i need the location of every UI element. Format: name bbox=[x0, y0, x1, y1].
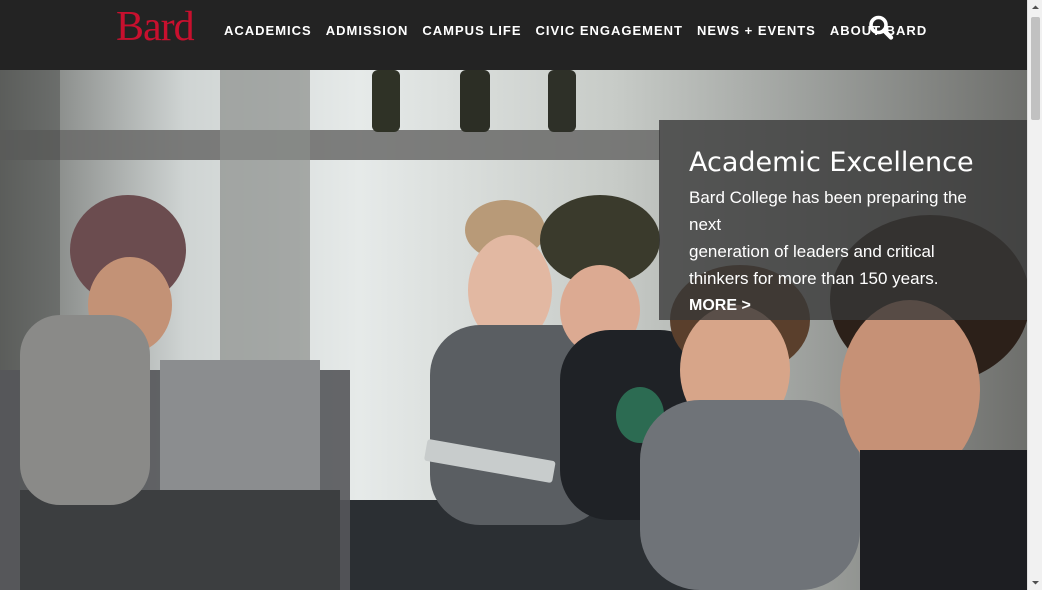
scroll-up-arrow-icon[interactable] bbox=[1028, 0, 1042, 15]
nav-admission[interactable]: ADMISSION bbox=[326, 22, 409, 40]
scroll-down-arrow-icon[interactable] bbox=[1028, 575, 1042, 590]
hero-image: Academic Excellence Bard College has bee… bbox=[0, 70, 1027, 590]
hero-description-line-2: generation of leaders and critical bbox=[689, 242, 935, 261]
scrollbar-thumb[interactable] bbox=[1031, 17, 1040, 120]
more-link[interactable]: MORE > bbox=[689, 292, 751, 319]
search-icon[interactable] bbox=[867, 14, 895, 42]
site-header: Bard ACADEMICS ADMISSION CAMPUS LIFE CIV… bbox=[0, 0, 1027, 70]
bard-logo[interactable]: Bard bbox=[116, 4, 195, 50]
nav-news-events[interactable]: NEWS + EVENTS bbox=[697, 22, 816, 40]
hero-description-line-3: thinkers for more than 150 years. bbox=[689, 269, 939, 288]
nav-civic-engagement[interactable]: CIVIC ENGAGEMENT bbox=[536, 22, 683, 40]
nav-campus-life[interactable]: CAMPUS LIFE bbox=[422, 22, 521, 40]
hero-description-line-1: Bard College has been preparing the next bbox=[689, 188, 967, 234]
nav-academics[interactable]: ACADEMICS bbox=[224, 22, 312, 40]
hero-caption: Academic Excellence Bard College has bee… bbox=[659, 120, 1027, 320]
main-nav: ACADEMICS ADMISSION CAMPUS LIFE CIVIC EN… bbox=[224, 22, 941, 40]
page-scrollbar[interactable] bbox=[1027, 0, 1042, 590]
hero-title: Academic Excellence bbox=[689, 147, 974, 178]
